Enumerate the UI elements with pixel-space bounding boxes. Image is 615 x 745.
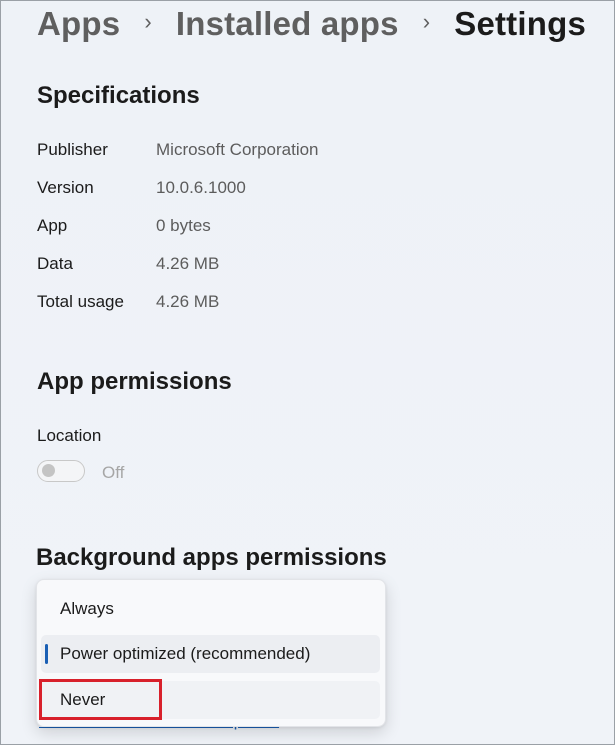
chevron-right-icon: › xyxy=(422,9,431,34)
location-toggle-state: Off xyxy=(102,463,125,482)
spec-row-version: Version 10.0.6.1000 xyxy=(37,178,246,198)
app-permissions-heading: App permissions xyxy=(37,368,232,395)
spec-label: App xyxy=(37,216,68,235)
breadcrumb-settings: Settings xyxy=(454,5,587,42)
location-label: Location xyxy=(37,426,102,445)
option-never[interactable]: Never xyxy=(41,681,380,719)
option-label: Power optimized (recommended) xyxy=(60,644,311,663)
spec-value: 0 bytes xyxy=(156,216,211,235)
background-permissions-heading: Background apps permissions xyxy=(36,544,387,571)
option-power-optimized[interactable]: Power optimized (recommended) xyxy=(41,635,380,673)
spec-value: 4.26 MB xyxy=(156,254,220,273)
toggle-knob xyxy=(42,464,55,477)
spec-label: Data xyxy=(37,254,73,273)
breadcrumb: Apps › Installed apps › Settings xyxy=(37,5,586,43)
spec-value: 10.0.6.1000 xyxy=(156,178,246,197)
settings-page: Apps › Installed apps › Settings Specifi… xyxy=(0,0,615,745)
spec-row-data: Data 4.26 MB xyxy=(37,254,219,274)
background-permissions-dropdown: Always Power optimized (recommended) Nev… xyxy=(36,579,386,727)
spec-row-total-usage: Total usage 4.26 MB xyxy=(37,292,219,312)
spec-label: Publisher xyxy=(37,140,108,159)
location-toggle[interactable] xyxy=(37,460,85,482)
spec-value: 4.26 MB xyxy=(156,292,220,311)
selection-indicator xyxy=(45,644,48,664)
spec-value: Microsoft Corporation xyxy=(156,140,319,159)
breadcrumb-apps[interactable]: Apps xyxy=(37,5,120,43)
option-always[interactable]: Always xyxy=(41,590,380,628)
spec-row-publisher: Publisher Microsoft Corporation xyxy=(37,140,319,160)
specifications-heading: Specifications xyxy=(37,82,200,109)
breadcrumb-installed-apps[interactable]: Installed apps xyxy=(176,5,399,43)
spec-label: Version xyxy=(37,178,94,197)
chevron-right-icon: › xyxy=(144,9,152,34)
spec-row-app: App 0 bytes xyxy=(37,216,211,236)
spec-label: Total usage xyxy=(37,292,124,311)
